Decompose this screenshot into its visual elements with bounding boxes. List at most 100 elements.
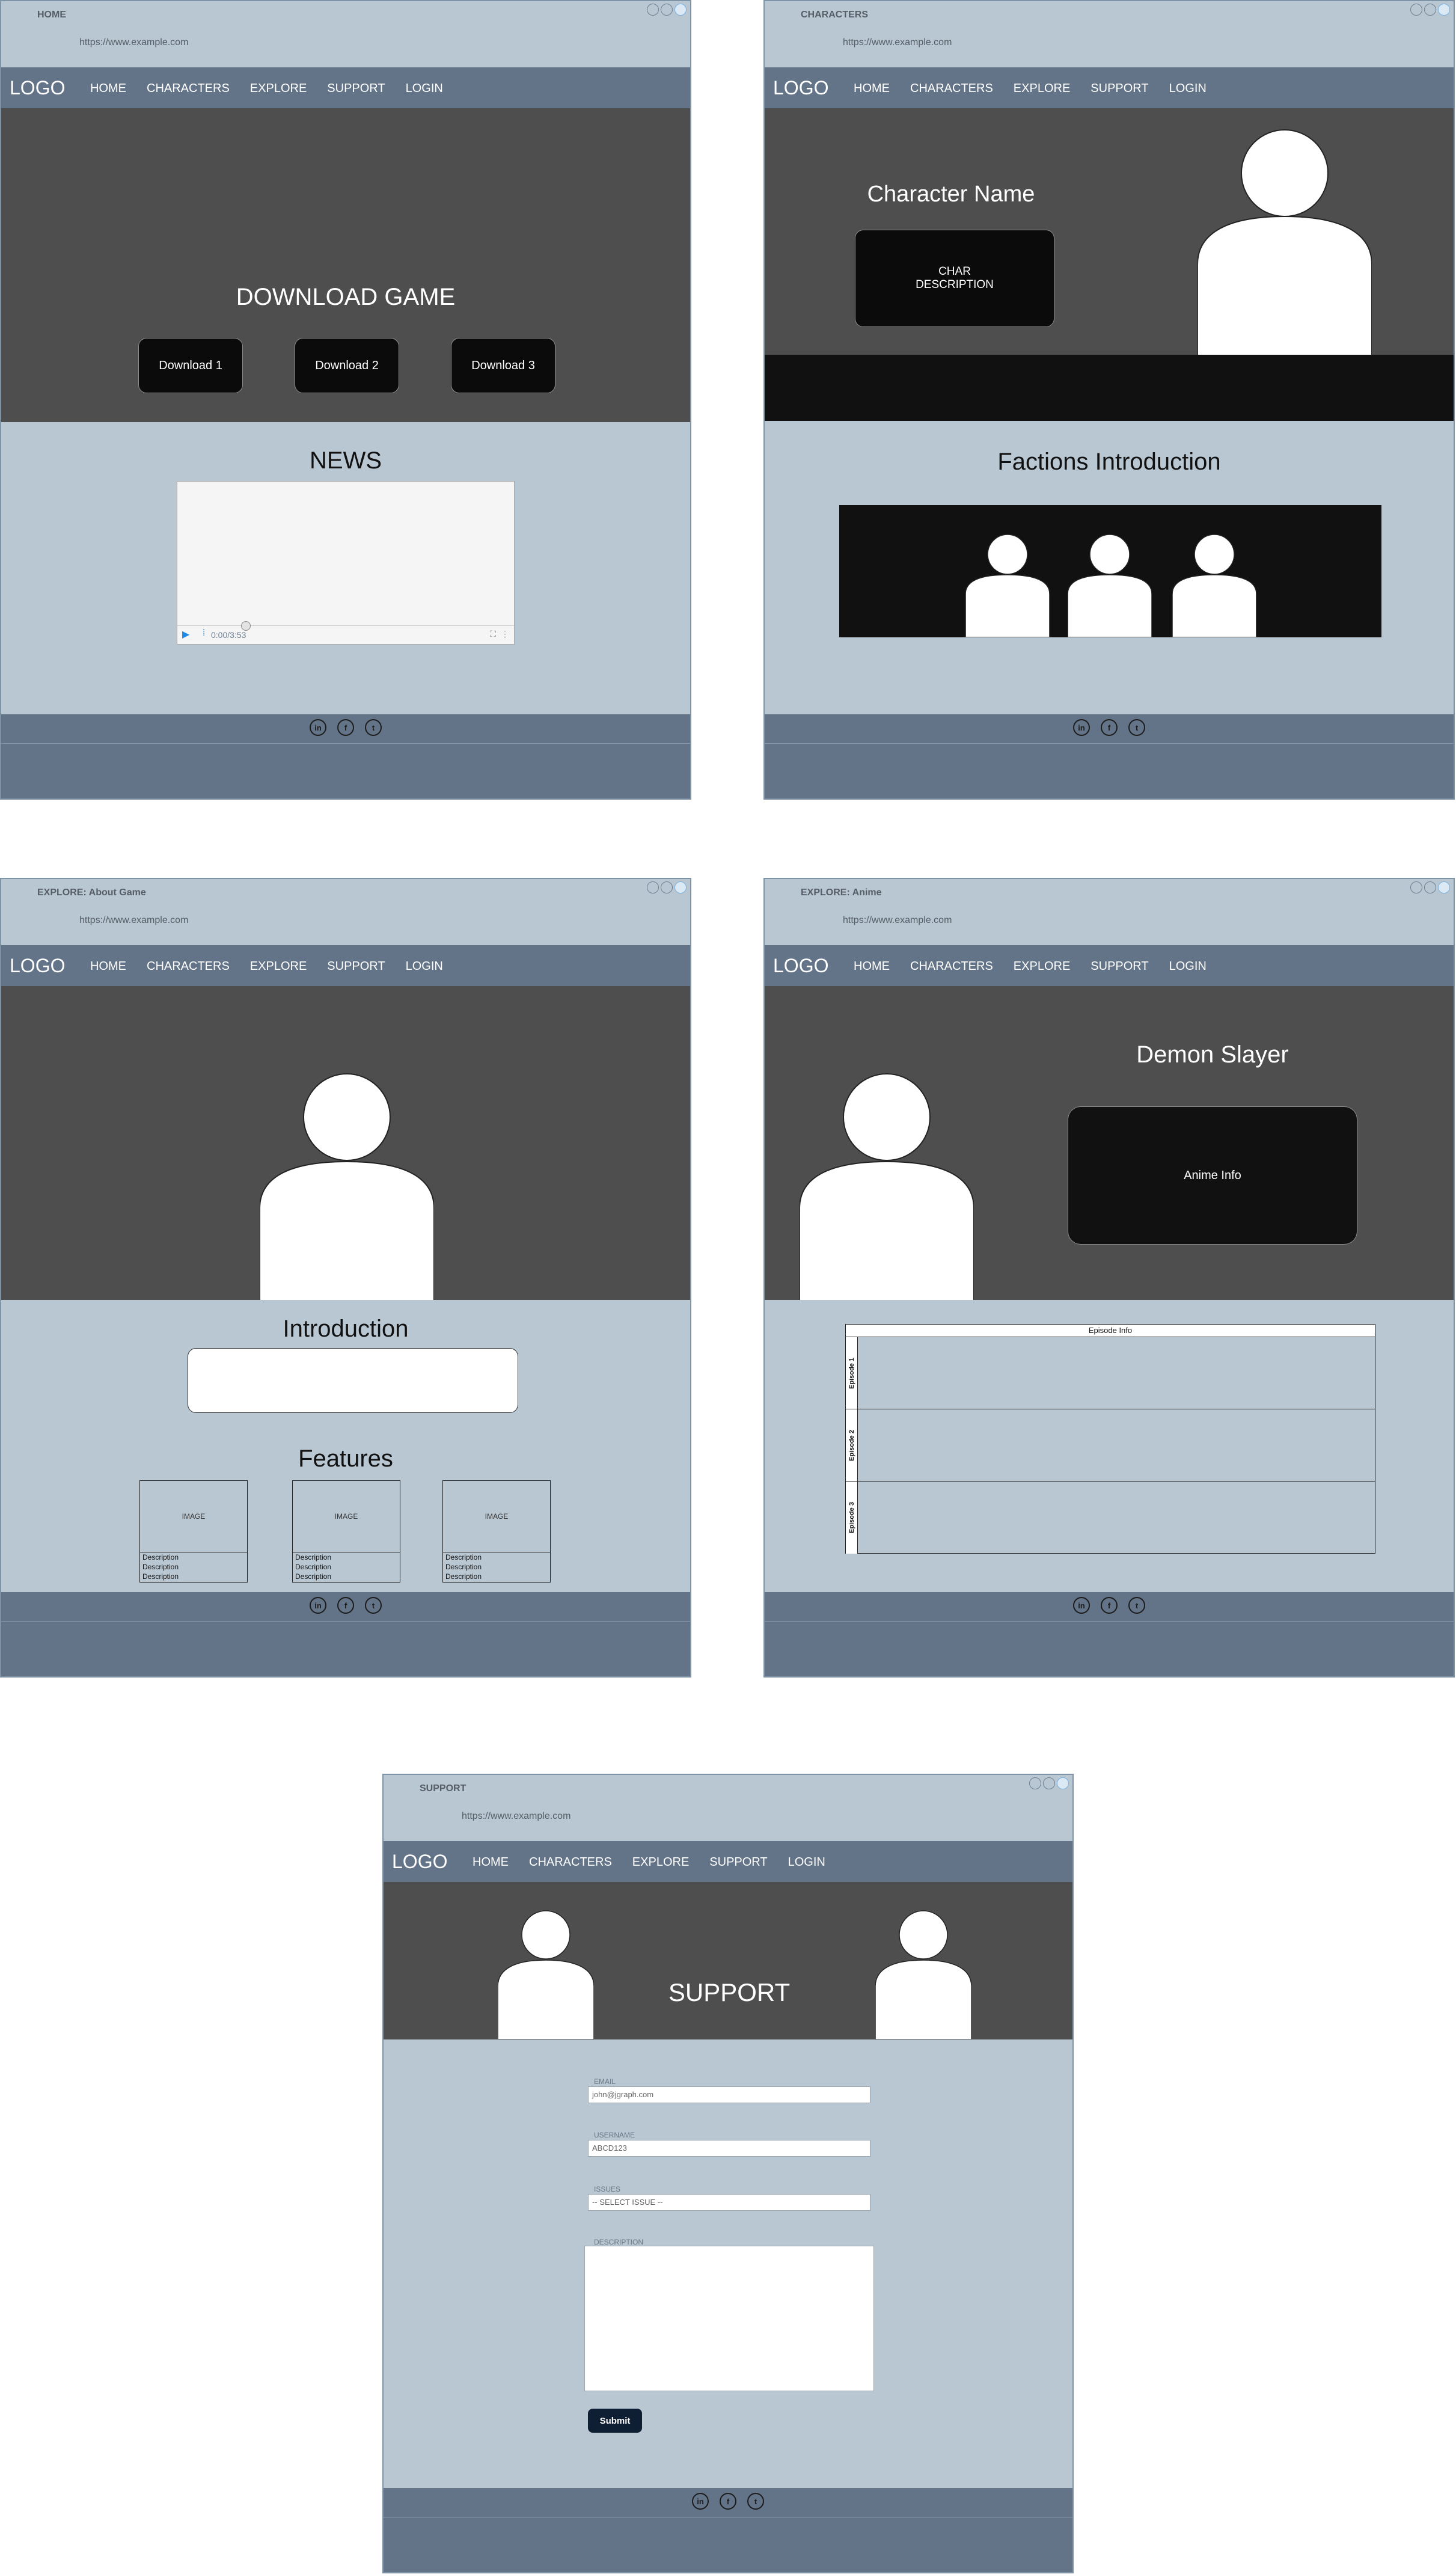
nav-characters[interactable]: CHARACTERS — [147, 960, 230, 973]
twitter-icon[interactable]: t — [365, 1597, 382, 1614]
fullscreen-icon[interactable]: ⛶ — [490, 629, 496, 639]
news-video[interactable]: ▶ ⁞ 0:00/3:53 ⛶ ⋮ — [177, 481, 515, 645]
url-bar[interactable]: https://www.example.com — [843, 37, 952, 48]
twitter-icon[interactable]: t — [1128, 719, 1145, 736]
support-avatar-right — [875, 1910, 971, 2039]
hero-heading: DOWNLOAD GAME — [236, 284, 456, 310]
nav-characters[interactable]: CHARACTERS — [910, 960, 993, 973]
maximize-icon[interactable] — [1424, 4, 1436, 16]
url-bar[interactable]: https://www.example.com — [843, 915, 952, 926]
linkedin-icon[interactable]: in — [310, 1597, 326, 1614]
nav-support[interactable]: SUPPORT — [327, 960, 385, 973]
minimize-icon[interactable] — [647, 4, 659, 16]
support-heading: SUPPORT — [668, 1978, 791, 2006]
nav-characters[interactable]: CHARACTERS — [147, 82, 230, 96]
facebook-icon[interactable]: f — [1101, 719, 1118, 736]
maximize-icon[interactable] — [1424, 881, 1436, 893]
nav-explore[interactable]: EXPLORE — [250, 960, 307, 973]
nav-links: HOME CHARACTERS EXPLORE SUPPORT LOGIN — [90, 960, 443, 973]
close-icon[interactable] — [1057, 1777, 1069, 1789]
footer: in f t — [765, 1592, 1454, 1676]
issues-label: ISSUES — [594, 2185, 621, 2193]
close-icon[interactable] — [674, 4, 687, 16]
facebook-icon[interactable]: f — [720, 2493, 736, 2510]
news-heading: NEWS — [310, 447, 382, 474]
facebook-icon[interactable]: f — [1101, 1597, 1118, 1614]
char-description-box[interactable]: CHAR DESCRIPTION — [855, 230, 1054, 327]
logo[interactable]: LOGO — [392, 1851, 447, 1873]
nav-home[interactable]: HOME — [90, 960, 126, 973]
play-icon[interactable]: ▶ — [182, 628, 189, 640]
submit-button[interactable]: Submit — [588, 2409, 642, 2433]
minimize-icon[interactable] — [647, 881, 659, 893]
linkedin-icon[interactable]: in — [1073, 1597, 1090, 1614]
close-icon[interactable] — [1438, 4, 1450, 16]
nav-home[interactable]: HOME — [854, 960, 890, 973]
url-bar[interactable]: https://www.example.com — [462, 1811, 570, 1822]
twitter-icon[interactable]: t — [1128, 1597, 1145, 1614]
nav-login[interactable]: LOGIN — [788, 1855, 825, 1869]
url-bar[interactable]: https://www.example.com — [79, 915, 188, 926]
email-field[interactable]: john@jgraph.com — [588, 2086, 870, 2103]
close-icon[interactable] — [1438, 881, 1450, 893]
faction-avatar-2 — [1068, 534, 1152, 637]
logo[interactable]: LOGO — [773, 77, 828, 99]
nav-home[interactable]: HOME — [90, 82, 126, 96]
hero-section — [1, 986, 690, 1300]
close-icon[interactable] — [674, 881, 687, 893]
nav-support[interactable]: SUPPORT — [1090, 82, 1148, 96]
linkedin-icon[interactable]: in — [310, 719, 326, 736]
social-links: in f t — [1, 719, 690, 736]
facebook-icon[interactable]: f — [337, 719, 354, 736]
download-3-button[interactable]: Download 3 — [451, 338, 555, 393]
logo[interactable]: LOGO — [10, 77, 65, 99]
nav-explore[interactable]: EXPLORE — [1014, 82, 1070, 96]
maximize-icon[interactable] — [661, 4, 673, 16]
nav-home[interactable]: HOME — [473, 1855, 509, 1869]
minimize-icon[interactable] — [1029, 1777, 1041, 1789]
support-avatar-left — [498, 1910, 594, 2039]
feature-desc: Description — [295, 1553, 332, 1561]
window-controls — [647, 881, 687, 893]
maximize-icon[interactable] — [661, 881, 673, 893]
nav-login[interactable]: LOGIN — [406, 82, 443, 96]
volume-icon[interactable]: ⁞ — [203, 628, 205, 638]
nav-links: HOME CHARACTERS EXPLORE SUPPORT LOGIN — [90, 82, 443, 96]
download-2-button[interactable]: Download 2 — [295, 338, 399, 393]
twitter-icon[interactable]: t — [747, 2493, 764, 2510]
nav-login[interactable]: LOGIN — [1169, 82, 1207, 96]
episode-label: Episode 1 — [846, 1337, 858, 1409]
nav-characters[interactable]: CHARACTERS — [529, 1855, 612, 1869]
url-bar[interactable]: https://www.example.com — [79, 37, 188, 48]
feature-desc: Description — [445, 1553, 482, 1561]
logo[interactable]: LOGO — [10, 955, 65, 977]
issues-select[interactable]: -- SELECT ISSUE -- — [588, 2194, 870, 2211]
logo[interactable]: LOGO — [773, 955, 828, 977]
nav-login[interactable]: LOGIN — [406, 960, 443, 973]
download-1-button[interactable]: Download 1 — [138, 338, 243, 393]
nav-support[interactable]: SUPPORT — [709, 1855, 767, 1869]
description-field[interactable] — [584, 2246, 874, 2391]
nav-home[interactable]: HOME — [854, 82, 890, 96]
minimize-icon[interactable] — [1410, 4, 1422, 16]
minimize-icon[interactable] — [1410, 881, 1422, 893]
linkedin-icon[interactable]: in — [1073, 719, 1090, 736]
twitter-icon[interactable]: t — [365, 719, 382, 736]
nav-explore[interactable]: EXPLORE — [250, 82, 307, 96]
nav-support[interactable]: SUPPORT — [1090, 960, 1148, 973]
window-title: SUPPORT — [420, 1783, 466, 1794]
faction-avatar-3 — [1172, 534, 1256, 637]
options-icon[interactable]: ⋮ — [501, 629, 509, 639]
nav-explore[interactable]: EXPLORE — [1014, 960, 1070, 973]
facebook-icon[interactable]: f — [337, 1597, 354, 1614]
title-bar: CHARACTERS https://www.example.com — [765, 1, 1454, 68]
linkedin-icon[interactable]: in — [692, 2493, 709, 2510]
video-scrubber[interactable] — [241, 621, 251, 631]
nav-support[interactable]: SUPPORT — [327, 82, 385, 96]
username-field[interactable]: ABCD123 — [588, 2140, 870, 2157]
nav-characters[interactable]: CHARACTERS — [910, 82, 993, 96]
nav-login[interactable]: LOGIN — [1169, 960, 1207, 973]
maximize-icon[interactable] — [1043, 1777, 1055, 1789]
nav-explore[interactable]: EXPLORE — [632, 1855, 689, 1869]
anime-info-box[interactable]: Anime Info — [1068, 1106, 1357, 1245]
